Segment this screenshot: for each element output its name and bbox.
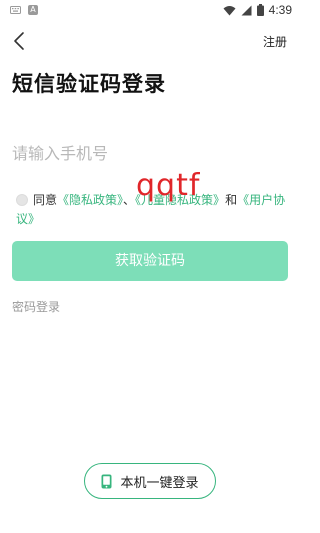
a-icon: A bbox=[28, 5, 38, 15]
agreement-and: 和 bbox=[225, 193, 238, 207]
privacy-policy-link[interactable]: 《隐私政策》 bbox=[57, 193, 123, 207]
register-link[interactable]: 注册 bbox=[263, 33, 287, 50]
agreement-checkbox[interactable] bbox=[16, 194, 28, 206]
battery-icon bbox=[256, 4, 264, 16]
password-login-link[interactable]: 密码登录 bbox=[12, 298, 60, 315]
keyboard-icon bbox=[10, 6, 21, 14]
cellular-icon bbox=[241, 5, 252, 15]
phone-icon bbox=[101, 474, 112, 488]
status-time: 4:39 bbox=[268, 3, 292, 17]
one-click-login-label: 本机一键登录 bbox=[120, 475, 199, 491]
wifi-icon bbox=[223, 5, 236, 15]
watermark-text: qqtf bbox=[136, 168, 201, 203]
page-title: 短信验证码登录 bbox=[12, 72, 166, 96]
get-code-button[interactable]: 获取验证码 bbox=[12, 241, 288, 281]
agreement-prefix: 同意 bbox=[33, 193, 58, 207]
one-click-login-button[interactable]: 本机一键登录 bbox=[84, 463, 216, 499]
status-bar: A 4:39 bbox=[0, 0, 300, 22]
phone-input[interactable] bbox=[12, 138, 288, 168]
status-bar-left: A bbox=[10, 5, 38, 15]
status-bar-right: 4:39 bbox=[223, 3, 292, 17]
back-chevron-icon[interactable] bbox=[12, 31, 26, 51]
